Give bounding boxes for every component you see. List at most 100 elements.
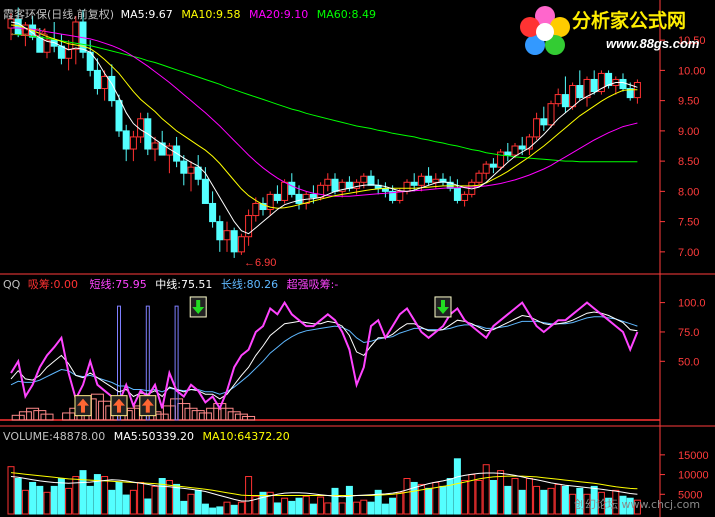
candle-body — [151, 142, 159, 150]
candle-body — [93, 69, 101, 90]
indicator-tick-label: 75.0 — [678, 327, 699, 339]
candle-body — [475, 172, 483, 183]
volume-bar — [288, 500, 296, 515]
price-tick-label: 9.50 — [678, 96, 699, 108]
volume-bar — [302, 495, 310, 515]
volume-bar — [122, 494, 130, 515]
mid-line — [10, 311, 638, 400]
volume-bar — [115, 481, 123, 515]
candle-body — [554, 94, 562, 105]
candle-body — [237, 236, 245, 253]
volume-bar — [281, 497, 289, 515]
price-tick-label: 10.00 — [678, 65, 706, 77]
volume-bar — [525, 478, 533, 515]
candle-body — [453, 187, 461, 201]
candle-body — [432, 178, 440, 183]
volume-bar — [14, 478, 22, 515]
xichou-bar — [220, 407, 234, 421]
stock-chart-window: 7.00 7.50 8.00 8.50 9.00 9.50 10.00 10.50 ←11.04… — [0, 0, 715, 517]
volume-bar — [57, 478, 65, 515]
volume-bar — [273, 502, 281, 515]
flower-logo-icon — [520, 6, 570, 55]
candle-body — [252, 202, 260, 217]
candle-body — [540, 118, 548, 126]
ma5-label: MA5:9.67 — [120, 8, 173, 21]
volume-bar — [309, 503, 317, 515]
volume-bar — [317, 496, 325, 515]
volume-bar — [489, 479, 497, 515]
candle-body — [417, 175, 425, 186]
high-annotation: ←11.04 — [9, 27, 47, 39]
volume-bar — [331, 487, 339, 515]
candle-body — [216, 221, 224, 241]
ma60-label: MA60:8.49 — [316, 8, 376, 21]
volume-bar — [353, 501, 361, 515]
candle-body — [360, 175, 368, 183]
xichou-bar — [155, 413, 169, 421]
volume-bar — [403, 478, 411, 515]
candle-body — [410, 181, 418, 186]
volume-bar — [338, 502, 346, 515]
volume-bar — [187, 493, 195, 515]
volume-bar — [223, 501, 231, 515]
watermark-logo: 分析家公式网 www.88gs.com — [516, 2, 714, 60]
vol-ma10-label: MA10:64372.20 — [202, 430, 290, 443]
forum-watermark: 创幻论坛 www.chcj.com — [574, 498, 701, 511]
volume-bar — [43, 491, 51, 515]
ma20-label: MA20:9.10 — [249, 8, 309, 21]
candle-body — [115, 100, 123, 132]
long-label: 长线:80.26 — [220, 278, 279, 291]
candle-body — [57, 45, 65, 59]
candle-body — [317, 184, 325, 198]
volume-bar — [533, 485, 541, 515]
volume-tick-label: 15000 — [678, 450, 709, 462]
volume-bar — [173, 483, 181, 515]
candle-body — [533, 118, 541, 138]
volume-bar — [180, 500, 188, 515]
volume-bar — [194, 489, 202, 515]
volume-bar — [367, 501, 375, 515]
volume-bar — [504, 485, 512, 515]
volume-bar — [230, 504, 238, 515]
volume-bar — [511, 478, 519, 515]
volume-bar — [547, 487, 555, 515]
xichou-bar — [184, 407, 198, 421]
candle-body — [180, 160, 188, 174]
volume-bar — [201, 503, 209, 515]
volume-bar — [453, 458, 461, 515]
volume-bar — [497, 470, 505, 515]
volume-bar — [36, 485, 44, 515]
volume-bar — [29, 481, 37, 515]
volume-bar — [381, 503, 389, 515]
xichou-bar — [90, 393, 104, 421]
volume-label: VOLUME:48878.00 — [3, 430, 106, 443]
volume-bar — [518, 489, 526, 515]
price-tick-label: 9.00 — [678, 126, 699, 138]
xichou-bar — [206, 407, 220, 421]
candle-body — [331, 178, 339, 192]
volume-bar — [439, 485, 447, 515]
candle-body — [36, 36, 44, 53]
indicator-panel-header: QQ 吸筹:0.00 短线:75.95 中线:75.51 长线:80.26 超强… — [3, 278, 338, 291]
volume-bar — [396, 491, 404, 515]
volume-bar — [108, 489, 116, 515]
candle-body — [396, 190, 404, 201]
xichou-bar — [170, 398, 184, 421]
mid-label: 中线:75.51 — [155, 278, 213, 291]
indicator-tick-label: 50.0 — [678, 356, 699, 368]
candle-body — [590, 78, 598, 93]
xichou-bar — [98, 400, 112, 421]
volume-bar — [446, 478, 454, 515]
candle-body — [194, 166, 202, 180]
candle-body — [425, 175, 433, 183]
candle-body — [324, 178, 332, 186]
candle-body — [101, 75, 109, 90]
xichou-bar — [227, 411, 241, 421]
xichou-bar — [26, 407, 40, 421]
candle-body — [230, 230, 238, 253]
xichou-label: 吸筹:0.00 — [27, 278, 79, 291]
volume-tick-label: 10000 — [678, 470, 709, 482]
brand-text: 分析家公式网 — [572, 11, 687, 32]
volume-bar — [237, 501, 245, 515]
volume-bar — [216, 506, 224, 515]
